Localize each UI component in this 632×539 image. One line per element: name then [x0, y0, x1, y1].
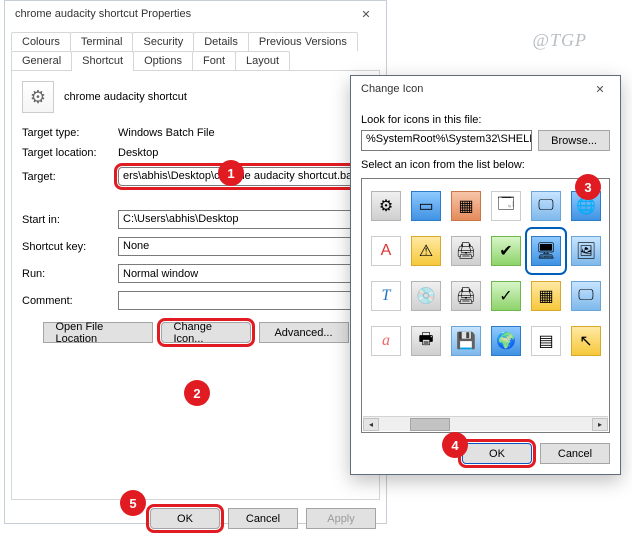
icon-item[interactable]: ⚠ — [408, 230, 444, 272]
close-icon[interactable]: ✕ — [346, 1, 386, 27]
tab-general[interactable]: General — [11, 51, 72, 71]
scroll-left-icon[interactable]: ◂ — [363, 418, 379, 431]
target-label: Target: — [22, 171, 112, 183]
tab-security[interactable]: Security — [132, 32, 194, 51]
icon-item[interactable]: ▤ — [528, 320, 564, 362]
scrollbar-horizontal[interactable]: ◂ ▸ — [363, 416, 608, 431]
annotation-bubble-3: 3 — [575, 174, 601, 200]
select-label: Select an icon from the list below: — [361, 159, 610, 171]
look-label: Look for icons in this file: — [361, 114, 610, 126]
close-icon[interactable]: ✕ — [580, 76, 620, 102]
icon-list[interactable]: ⚙ ▭ ▦ 🗔 🖵 🌐 A ⚠ 🖨 ✔ 🖥 🖼 T 💿 🖨 ✓ ▦ 🖵 a — [361, 178, 610, 433]
comment-label: Comment: — [22, 295, 112, 307]
icon-item[interactable]: ✓ — [488, 275, 524, 317]
icon-item[interactable]: 🖨 — [448, 275, 484, 317]
tab-options[interactable]: Options — [133, 51, 193, 71]
tab-previous-versions[interactable]: Previous Versions — [248, 32, 358, 51]
browse-button[interactable]: Browse... — [538, 130, 610, 151]
properties-titlebar: chrome audacity shortcut Properties ✕ — [5, 1, 386, 27]
icon-item[interactable]: 🖵 — [568, 275, 604, 317]
startin-input[interactable]: C:\Users\abhis\Desktop — [118, 210, 369, 229]
startin-label: Start in: — [22, 214, 112, 226]
scroll-thumb[interactable] — [410, 418, 450, 431]
icon-item[interactable]: a — [368, 320, 404, 362]
icon-item[interactable]: 🖶 — [408, 320, 444, 362]
icon-item[interactable]: ✔ — [488, 230, 524, 272]
open-file-location-button[interactable]: Open File Location — [43, 322, 153, 343]
change-icon-button[interactable]: Change Icon... — [161, 322, 251, 343]
properties-dialog: chrome audacity shortcut Properties ✕ Co… — [4, 0, 387, 524]
target-type-value: Windows Batch File — [118, 127, 215, 139]
icon-item[interactable]: ⚙ — [368, 185, 404, 227]
shortcut-tab-panel: ⚙ chrome audacity shortcut Target type: … — [11, 70, 380, 500]
ok-button[interactable]: OK — [150, 508, 220, 529]
annotation-bubble-4: 4 — [442, 432, 468, 458]
tab-terminal[interactable]: Terminal — [70, 32, 134, 51]
run-label: Run: — [22, 268, 112, 280]
icon-item[interactable]: 💾 — [448, 320, 484, 362]
shortcutkey-label: Shortcut key: — [22, 241, 112, 253]
annotation-bubble-2: 2 — [184, 380, 210, 406]
annotation-bubble-1: 1 — [218, 160, 244, 186]
icon-item[interactable]: ↖ — [568, 320, 604, 362]
icon-item[interactable]: A — [368, 230, 404, 272]
shortcutkey-input[interactable]: None — [118, 237, 369, 256]
shortcut-icon: ⚙ — [22, 81, 54, 113]
tab-font[interactable]: Font — [192, 51, 236, 71]
icon-item[interactable]: 🖼 — [568, 230, 604, 272]
tab-colours[interactable]: Colours — [11, 32, 71, 51]
target-location-label: Target location: — [22, 147, 112, 159]
icon-item[interactable]: 🖨 — [448, 230, 484, 272]
change-icon-ok-button[interactable]: OK — [462, 443, 532, 464]
target-location-value: Desktop — [118, 147, 158, 159]
run-select-value: Normal window — [123, 268, 198, 280]
icon-item[interactable]: T — [368, 275, 404, 317]
icon-item[interactable]: ▦ — [528, 275, 564, 317]
icon-item[interactable]: 💿 — [408, 275, 444, 317]
tab-shortcut[interactable]: Shortcut — [71, 51, 134, 71]
icon-item[interactable]: 🗔 — [488, 185, 524, 227]
apply-button[interactable]: Apply — [306, 508, 376, 529]
icon-item[interactable]: 🖵 — [528, 185, 564, 227]
change-icon-cancel-button[interactable]: Cancel — [540, 443, 610, 464]
watermark: @TGP — [532, 30, 587, 51]
comment-input[interactable] — [118, 291, 369, 310]
target-type-label: Target type: — [22, 127, 112, 139]
change-icon-dialog: Change Icon ✕ Look for icons in this fil… — [350, 75, 621, 475]
icon-item-selected[interactable]: 🖥 — [528, 230, 564, 272]
annotation-bubble-5: 5 — [120, 490, 146, 516]
run-select[interactable]: Normal window ▾ — [118, 264, 369, 283]
change-icon-title: Change Icon — [361, 83, 580, 95]
tabs-area: Colours Terminal Security Details Previo… — [5, 27, 386, 70]
icon-item[interactable]: 🌍 — [488, 320, 524, 362]
cancel-button[interactable]: Cancel — [228, 508, 298, 529]
scroll-right-icon[interactable]: ▸ — [592, 418, 608, 431]
icon-item[interactable]: ▦ — [448, 185, 484, 227]
change-icon-titlebar: Change Icon ✕ — [351, 76, 620, 102]
shortcut-name: chrome audacity shortcut — [64, 91, 187, 103]
advanced-button[interactable]: Advanced... — [259, 322, 349, 343]
icon-item[interactable]: ▭ — [408, 185, 444, 227]
tab-details[interactable]: Details — [193, 32, 249, 51]
icon-path-input[interactable]: %SystemRoot%\System32\SHELL32 — [361, 130, 532, 151]
tab-layout[interactable]: Layout — [235, 51, 290, 71]
properties-title: chrome audacity shortcut Properties — [15, 8, 346, 20]
